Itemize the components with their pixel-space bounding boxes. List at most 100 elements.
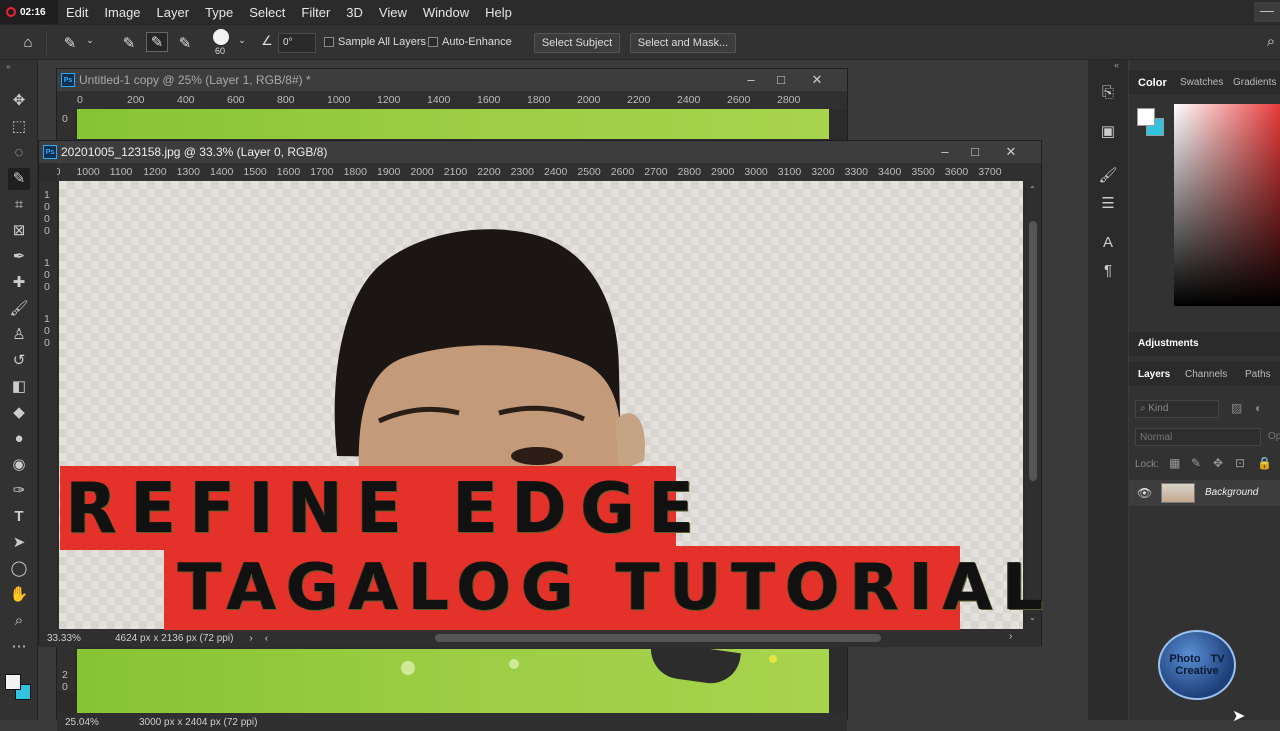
hand-tool-icon[interactable]: ✋ [8,584,30,606]
adjustments-icon[interactable]: ☰ [1098,194,1118,214]
ruler-tick: 1 [44,189,50,201]
blur-tool-icon[interactable]: ● [8,428,30,450]
eyedropper-tool-icon[interactable]: ✒ [8,246,30,268]
frame-tool-icon[interactable]: ⊠ [8,220,30,242]
foreground-color-swatch[interactable] [1137,108,1155,126]
menu-view[interactable]: View [371,5,415,20]
menu-3d[interactable]: 3D [338,5,371,20]
tab-paths[interactable]: Paths [1245,369,1271,380]
quick-selection-tool-icon[interactable]: ✎ [8,168,30,190]
paint-bucket-icon[interactable]: ◆ [8,402,30,424]
document-titlebar[interactable]: Ps 20201005_123158.jpg @ 33.3% (Layer 0,… [39,141,1041,163]
zoom-tool-icon[interactable]: ⌕ [8,610,30,632]
layer-name[interactable]: Background [1205,487,1258,498]
menu-layer[interactable]: Layer [149,5,198,20]
document-canvas-bottom[interactable] [77,640,829,713]
ruler-tick: 1400 [427,94,451,106]
tab-adjustments[interactable]: Adjustments [1138,338,1199,349]
libraries-panel-icon[interactable]: ▣ [1098,122,1118,142]
tab-gradients[interactable]: Gradients [1233,77,1276,88]
layer-filter-kind[interactable]: ⌕ Kind [1135,400,1219,418]
foreground-color-swatch[interactable] [5,674,21,690]
chevron-right-icon[interactable]: › [249,633,252,644]
healing-brush-icon[interactable]: ✚ [8,272,30,294]
sample-all-layers-checkbox[interactable] [324,37,334,47]
tab-channels[interactable]: Channels [1185,369,1227,380]
select-and-mask-button[interactable]: Select and Mask... [630,33,736,53]
tab-layers[interactable]: Layers [1138,369,1170,380]
eye-icon[interactable]: 👁 [1137,486,1152,500]
close-icon[interactable]: ✕ [1003,144,1019,160]
angle-field[interactable]: 0° [278,33,316,53]
dodge-tool-icon[interactable]: ◉ [8,454,30,476]
clone-stamp-icon[interactable]: ♙ [8,324,30,346]
menu-filter[interactable]: Filter [293,5,338,20]
menu-edit[interactable]: Edit [58,5,96,20]
chevron-left-icon[interactable]: ‹ [265,633,268,644]
lasso-tool-icon[interactable]: ◌ [8,142,30,164]
add-to-selection-icon[interactable]: ✎ [146,32,168,52]
color-picker-field[interactable] [1174,104,1280,306]
ruler-tick: 3100 [777,166,802,178]
document-titlebar[interactable]: Ps Untitled-1 copy @ 25% (Layer 1, RGB/8… [57,69,847,91]
pixel-layer-filter-icon[interactable]: ▨ [1231,401,1242,415]
close-icon[interactable]: ✕ [809,72,825,88]
angle-icon: ∠ [261,33,273,48]
menu-select[interactable]: Select [241,5,293,20]
scrollbar-thumb[interactable] [1029,221,1037,481]
lock-transparency-icon[interactable]: ▦ [1169,456,1180,470]
pen-tool-icon[interactable]: ✑ [8,480,30,502]
collapse-icon[interactable]: » [6,62,10,71]
menu-type[interactable]: Type [197,5,241,20]
new-selection-icon[interactable]: ✎ [118,34,140,52]
eraser-tool-icon[interactable]: ◧ [8,376,30,398]
adjustment-layer-filter-icon[interactable]: ◐ [1255,401,1262,415]
zoom-level[interactable]: 25.04% [65,717,117,728]
tool-preset-icon[interactable]: ✎ [58,34,82,52]
search-icon[interactable]: ⌕ [1262,33,1280,50]
marquee-tool-icon[interactable]: ⬚ [8,116,30,138]
subtract-selection-icon[interactable]: ✎ [174,34,196,52]
chevron-right-icon[interactable]: › [1009,631,1012,642]
history-panel-icon[interactable]: ⎘ [1098,84,1118,104]
character-panel-icon[interactable]: A [1098,234,1118,254]
document-canvas-top[interactable] [77,109,829,139]
path-selection-icon[interactable]: ➤ [8,532,30,554]
minimize-icon[interactable]: – [743,72,759,87]
layer-row[interactable]: 👁 Background [1129,480,1280,506]
chevron-down-icon[interactable]: ⌄ [236,35,248,46]
home-icon[interactable]: ⌂ [18,34,38,51]
menu-help[interactable]: Help [477,5,520,20]
blend-mode-select[interactable]: Normal [1135,428,1261,446]
paragraph-panel-icon[interactable]: ¶ [1098,262,1118,282]
ellipse-tool-icon[interactable]: ◯ [8,558,30,580]
more-tools-icon[interactable]: ⋯ [8,636,30,658]
tab-swatches[interactable]: Swatches [1180,77,1223,88]
select-subject-button[interactable]: Select Subject [534,33,620,53]
lock-all-icon[interactable]: 🔒 [1257,456,1272,470]
minimize-icon[interactable]: – [937,144,953,159]
chevron-down-icon[interactable]: ⌄ [84,35,96,46]
crop-tool-icon[interactable]: ⌗ [8,194,30,216]
zoom-level[interactable]: 33.33% [47,633,99,644]
brush-tool-icon[interactable]: 🖌 [8,298,30,320]
maximize-icon[interactable]: □ [773,72,789,87]
brush-size-icon[interactable] [213,29,229,45]
ruler-tick: 1400 [210,166,234,178]
history-brush-icon[interactable]: ↺ [8,350,30,372]
tab-color[interactable]: Color [1138,77,1167,89]
minimize-app-icon[interactable]: — [1254,2,1280,22]
type-tool-icon[interactable]: T [8,506,30,528]
collapse-icon[interactable]: « [1114,60,1119,70]
menu-window[interactable]: Window [415,5,477,20]
menu-image[interactable]: Image [96,5,148,20]
auto-enhance-checkbox[interactable] [428,37,438,47]
horizontal-scrollbar-thumb[interactable] [435,634,881,642]
maximize-icon[interactable]: □ [967,144,983,159]
brush-settings-icon[interactable]: 🖌 [1098,166,1118,186]
scroll-up-icon[interactable]: ⌃ [1029,185,1036,194]
move-tool-icon[interactable]: ✥ [8,90,30,112]
lock-artboard-icon[interactable]: ⊡ [1235,456,1245,470]
lock-pixels-icon[interactable]: ✎ [1191,456,1201,470]
lock-position-icon[interactable]: ✥ [1213,456,1223,470]
